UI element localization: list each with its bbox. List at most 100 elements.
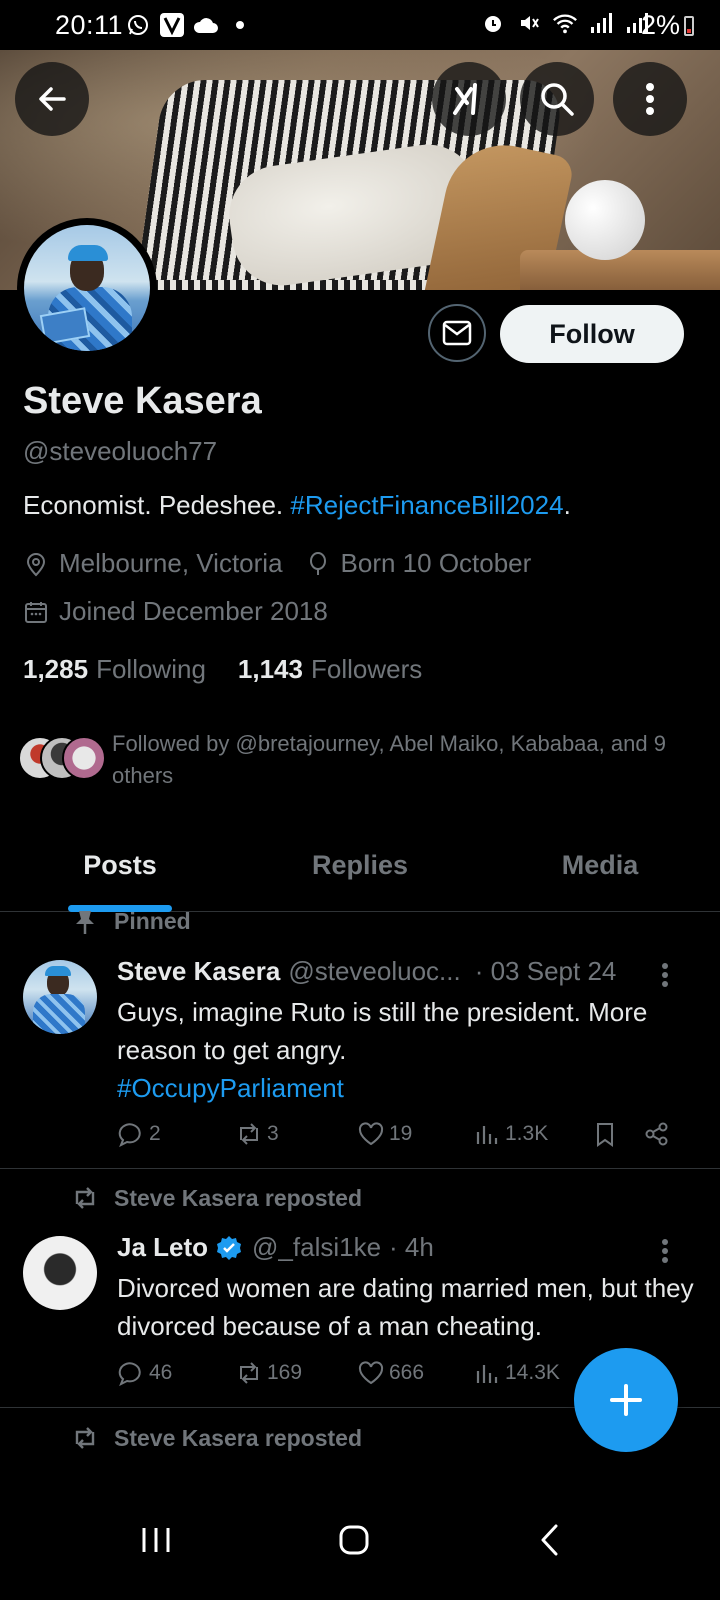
more-button[interactable] <box>613 62 687 136</box>
post-context: Pinned <box>68 908 191 935</box>
battery-icon <box>684 16 694 36</box>
heart-icon <box>358 1122 384 1146</box>
more-vertical-icon <box>646 83 654 115</box>
profile-bio: Economist. Pedeshee. #RejectFinanceBill2… <box>23 490 571 521</box>
post-context: Steve Kasera reposted <box>68 1184 362 1212</box>
more-vertical-icon <box>662 1239 668 1263</box>
post-actions: 2 3 19 1.3K <box>117 1120 687 1154</box>
follower-avatar <box>62 736 106 780</box>
post-time: · 4h <box>389 1232 434 1262</box>
post-more-button[interactable] <box>650 1236 680 1266</box>
profile-meta-row: Melbourne, Victoria Born 10 October <box>23 548 531 579</box>
post-author[interactable]: Steve Kasera <box>117 956 280 987</box>
mute-icon <box>516 10 542 36</box>
views-icon <box>476 1365 498 1383</box>
home-button[interactable] <box>324 1510 384 1570</box>
share-button[interactable] <box>643 1120 671 1148</box>
v-app-icon <box>159 12 185 38</box>
profile-stats: 1,285 Following 1,143 Followers <box>23 654 422 685</box>
post-hashtag-link[interactable]: #OccupyParliament <box>117 1073 344 1103</box>
plus-icon <box>610 1384 642 1416</box>
reply-button[interactable]: 46 <box>117 1359 172 1387</box>
following-link[interactable]: 1,285 Following <box>23 654 206 685</box>
bookmark-icon <box>597 1123 613 1147</box>
post-handle: @steveoluoc... <box>288 956 461 986</box>
repost-icon <box>68 1424 102 1452</box>
signal-icon <box>588 10 614 36</box>
balloon-icon <box>305 551 331 577</box>
back-chevron-icon <box>541 1524 558 1556</box>
post-handle: @_falsi1ke <box>252 1232 382 1262</box>
search-button[interactable] <box>520 62 594 136</box>
compose-post-button[interactable] <box>574 1348 678 1452</box>
calendar-icon <box>23 599 49 625</box>
repost-button[interactable]: 3 <box>235 1120 279 1148</box>
pin-icon <box>68 909 102 935</box>
back-button[interactable] <box>15 62 89 136</box>
follow-button[interactable]: Follow <box>500 305 684 363</box>
battery-percent: 2% <box>640 10 680 40</box>
message-button[interactable] <box>428 304 486 362</box>
post-header: Ja Leto @_falsi1ke · 4h <box>117 1232 434 1263</box>
repost-icon <box>68 1184 102 1212</box>
status-bar: 20:11 2% <box>0 0 720 50</box>
profile-avatar[interactable] <box>17 218 157 358</box>
post-context: Steve Kasera reposted <box>68 1424 362 1452</box>
verified-badge-icon <box>216 1235 242 1261</box>
post-divider <box>0 1168 720 1169</box>
heart-icon <box>358 1361 384 1385</box>
post-author[interactable]: Ja Leto <box>117 1232 208 1263</box>
grok-button[interactable] <box>432 62 506 136</box>
profile-birthday: Born 10 October <box>340 548 532 578</box>
profile-joined-row: Joined December 2018 <box>23 596 328 627</box>
whatsapp-icon <box>125 12 151 38</box>
repost-button[interactable]: 169 <box>235 1359 302 1387</box>
tab-posts[interactable]: Posts <box>0 820 240 911</box>
followed-by[interactable]: Followed by @bretajourney, Abel Maiko, K… <box>18 728 698 792</box>
share-icon <box>645 1122 668 1146</box>
more-vertical-icon <box>662 963 668 987</box>
status-time: 20:11 <box>55 10 124 40</box>
tab-media[interactable]: Media <box>480 820 720 911</box>
grok-icon <box>453 83 477 115</box>
post-avatar[interactable] <box>23 960 97 1034</box>
bio-text: Economist. Pedeshee. <box>23 490 291 520</box>
post-header: Steve Kasera @steveoluoc... · 03 Sept 24 <box>117 956 616 987</box>
alarm-icon <box>480 10 506 36</box>
profile-location: Melbourne, Victoria <box>59 548 283 578</box>
system-back-button[interactable] <box>520 1510 580 1570</box>
back-arrow-icon <box>39 87 66 111</box>
cloud-icon <box>193 12 219 38</box>
wifi-icon <box>552 10 578 36</box>
profile-name: Steve Kasera <box>23 380 262 422</box>
views-button[interactable]: 1.3K <box>473 1120 548 1148</box>
system-nav-bar <box>0 1480 720 1600</box>
repost-icon <box>240 1123 258 1145</box>
post-time: · 03 Sept 24 <box>474 956 617 986</box>
dot-icon <box>227 12 253 38</box>
recent-apps-button[interactable] <box>126 1510 186 1570</box>
profile-handle: @steveoluoch77 <box>23 436 218 466</box>
bio-end: . <box>563 490 571 520</box>
followed-by-text: Followed by @bretajourney, Abel Maiko, K… <box>112 731 666 788</box>
views-button[interactable]: 14.3K <box>473 1359 560 1387</box>
reply-icon <box>118 1123 141 1148</box>
profile-tabs: Posts Replies Media <box>0 820 720 912</box>
location-icon <box>23 551 49 577</box>
views-icon <box>476 1126 498 1144</box>
search-icon <box>541 83 574 116</box>
followers-link[interactable]: 1,143 Followers <box>238 654 422 685</box>
post-more-button[interactable] <box>650 960 680 990</box>
like-button[interactable]: 666 <box>357 1359 424 1387</box>
profile-joined: Joined December 2018 <box>59 596 328 626</box>
post-avatar[interactable] <box>23 1236 97 1310</box>
like-button[interactable]: 19 <box>357 1120 412 1148</box>
repost-icon <box>240 1362 258 1384</box>
home-icon <box>339 1525 369 1555</box>
post-text: Divorced women are dating married men, b… <box>117 1273 694 1341</box>
tab-replies[interactable]: Replies <box>240 820 480 911</box>
bookmark-button[interactable] <box>591 1120 619 1148</box>
reply-button[interactable]: 2 <box>117 1120 161 1148</box>
mail-icon <box>442 320 472 346</box>
bio-hashtag-link[interactable]: #RejectFinanceBill2024 <box>290 490 563 520</box>
